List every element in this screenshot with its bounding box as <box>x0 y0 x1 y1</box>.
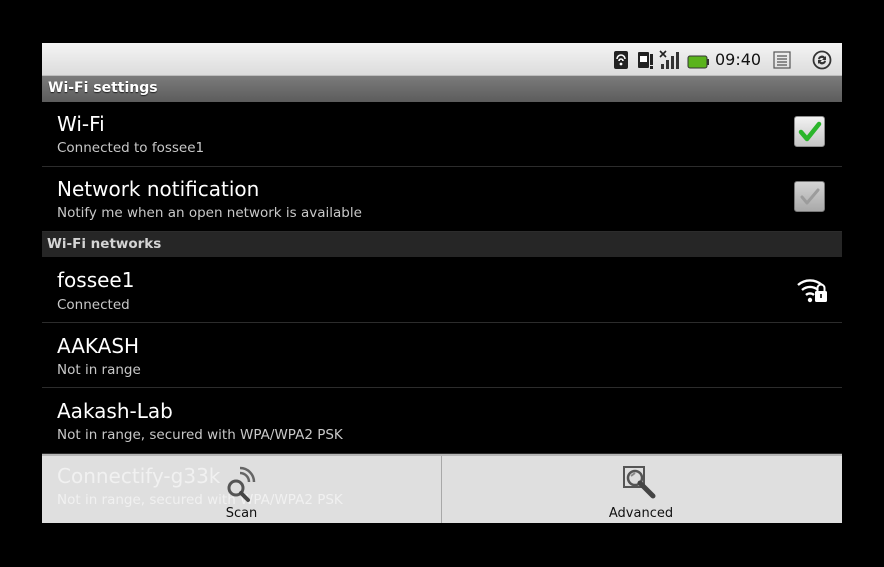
network-notification-checkbox[interactable] <box>794 181 825 212</box>
sync-icon[interactable] <box>811 50 833 70</box>
notification-list-icon[interactable] <box>773 50 791 70</box>
title-bar: Wi-Fi settings <box>42 76 842 102</box>
network-status: Not in range <box>57 362 141 378</box>
wifi-toggle-title: Wi-Fi <box>57 112 105 136</box>
wifi-toggle-summary: Connected to fossee1 <box>57 140 205 156</box>
advanced-icon <box>623 466 656 499</box>
network-status: Connected <box>57 297 130 313</box>
wifi-checkbox[interactable] <box>794 116 825 147</box>
sim-icon <box>638 52 653 69</box>
options-menu: Connectify-g33k Not in range, secured wi… <box>42 454 842 523</box>
network-ssid: AAKASH <box>57 334 140 358</box>
scan-icon <box>227 466 255 502</box>
status-bar: 09:40 <box>42 43 842 76</box>
network-status: Not in range, secured with WPA/WPA2 PSK <box>57 427 343 443</box>
network-item-aakash[interactable]: AAKASH Not in range <box>42 323 842 388</box>
wifi-toggle-row[interactable]: Wi-Fi Connected to fossee1 <box>42 102 842 167</box>
battery-icon <box>687 55 709 69</box>
checkmark-icon <box>800 188 820 205</box>
network-notification-row[interactable]: Network notification Notify me when an o… <box>42 167 842 232</box>
network-notification-summary: Notify me when an open network is availa… <box>57 205 362 221</box>
wifi-lock-icon <box>797 279 827 303</box>
page-title: Wi-Fi settings <box>48 80 158 96</box>
network-item-fossee1[interactable]: fossee1 Connected <box>42 257 842 323</box>
wifi-networks-section-title: Wi-Fi networks <box>47 236 162 252</box>
status-clock: 09:40 <box>715 50 762 69</box>
checkmark-icon <box>798 121 822 142</box>
network-ssid: fossee1 <box>57 268 135 292</box>
network-item-aakash-lab[interactable]: Aakash-Lab Not in range, secured with WP… <box>42 388 842 454</box>
advanced-label: Advanced <box>608 506 674 521</box>
advanced-button[interactable]: Advanced <box>441 456 840 523</box>
scan-label: Scan <box>225 506 258 521</box>
network-ssid: Aakash-Lab <box>57 399 173 423</box>
signal-icon <box>659 50 679 69</box>
wifi-settings-screen: 09:40 Wi-Fi settings Wi-Fi Connected to … <box>42 43 842 523</box>
wifi-networks-section-header: Wi-Fi networks <box>42 232 842 257</box>
scan-button[interactable]: Scan <box>42 456 441 523</box>
sd-card-icon <box>614 51 628 69</box>
network-notification-title: Network notification <box>57 177 260 201</box>
